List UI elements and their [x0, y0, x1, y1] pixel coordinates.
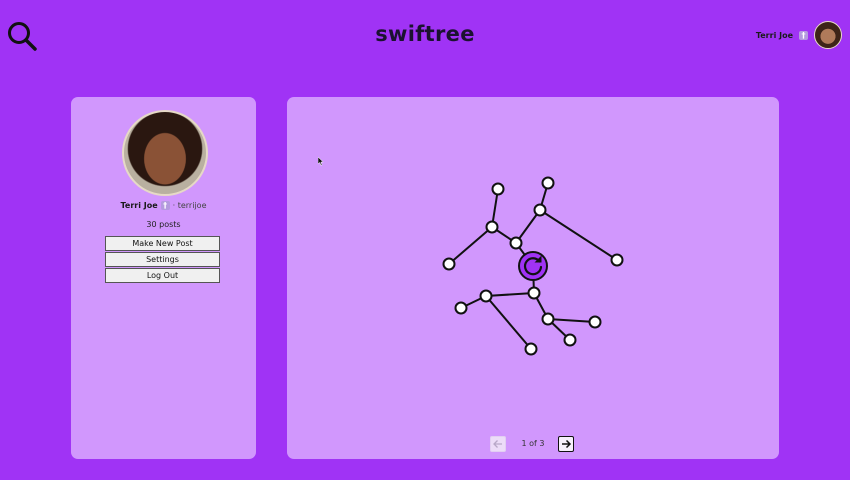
tree-node	[541, 176, 555, 190]
prev-page-button[interactable]	[490, 436, 506, 452]
tree-node	[479, 289, 493, 303]
header-user[interactable]: Terri Joe †	[756, 21, 842, 49]
tree-edge	[539, 209, 618, 261]
profile-name: Terri Joe	[120, 201, 158, 210]
arrow-left-icon	[493, 440, 502, 448]
tree-node	[491, 182, 505, 196]
tree-node	[533, 203, 547, 217]
profile-identity: Terri Joe † · terrijoe	[71, 201, 256, 210]
page-indicator: 1 of 3	[521, 439, 545, 448]
logout-button[interactable]: Log Out	[105, 268, 220, 283]
next-page-button[interactable]	[558, 436, 574, 452]
tree-node	[541, 312, 555, 326]
tree-edge	[547, 318, 596, 323]
post-count: 30 posts	[146, 220, 181, 229]
tree-edge	[448, 226, 493, 265]
tree-graph[interactable]	[287, 97, 779, 459]
pagination: 1 of 3	[490, 436, 580, 454]
tree-node	[524, 342, 538, 356]
tree-node	[485, 220, 499, 234]
tree-edge	[485, 295, 532, 350]
tree-node	[610, 253, 624, 267]
tree-node	[563, 333, 577, 347]
tree-node	[588, 315, 602, 329]
header-user-badge: †	[799, 30, 808, 40]
arrow-right-icon	[562, 439, 572, 449]
tree-node	[527, 286, 541, 300]
profile-avatar	[122, 110, 208, 196]
profile-handle: · terrijoe	[172, 201, 207, 210]
settings-button[interactable]: Settings	[105, 252, 220, 267]
profile-badge: †	[160, 201, 170, 210]
tree-node	[442, 257, 456, 271]
header-avatar[interactable]	[814, 21, 842, 49]
tree-node	[454, 301, 468, 315]
header-user-name: Terri Joe	[755, 30, 793, 40]
tree-edge	[485, 292, 535, 297]
profile-panel: Terri Joe † · terrijoe 30 posts Make New…	[71, 97, 256, 459]
refresh-button[interactable]	[518, 251, 548, 281]
new-post-button[interactable]: Make New Post	[105, 236, 220, 251]
brand-title[interactable]: swiftree	[0, 22, 850, 46]
tree-node	[509, 236, 523, 250]
